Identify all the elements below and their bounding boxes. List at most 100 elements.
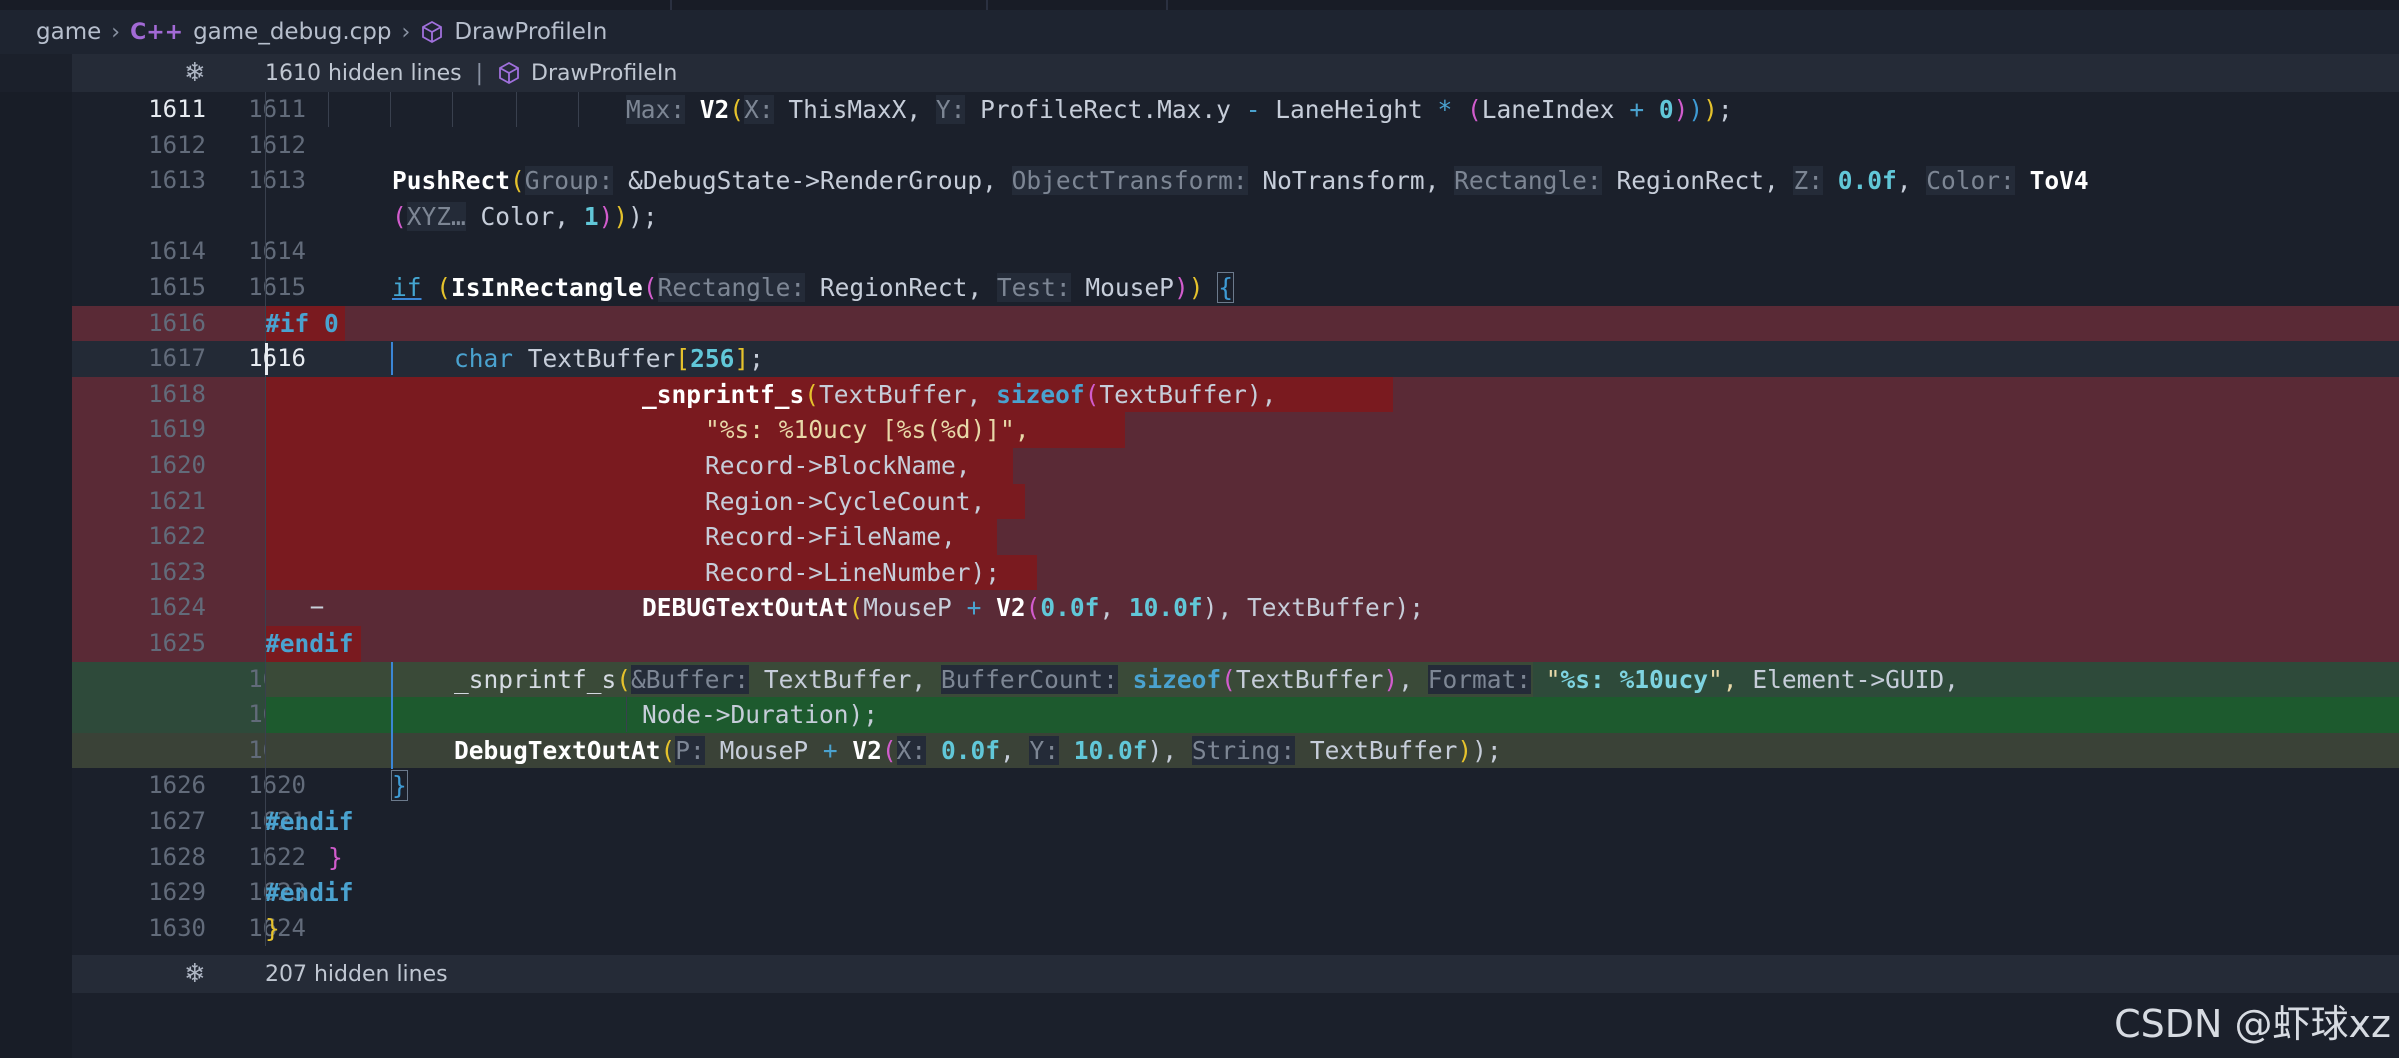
- indent-guide: [516, 92, 517, 127]
- code-token: _snprintf_s: [642, 379, 805, 409]
- code-line[interactable]: 1626 1620 }: [72, 768, 2399, 804]
- added-line[interactable]: 1618 + Node->Duration);: [72, 697, 2399, 733]
- code-token: %s: %10ucy: [1560, 664, 1709, 694]
- old-line-number: [72, 199, 206, 235]
- cpp-file-icon: C++: [130, 19, 184, 45]
- unfold-icon[interactable]: ❄: [184, 955, 206, 993]
- code-line[interactable]: 1614 1614: [72, 234, 2399, 270]
- active-indent-guide: [391, 662, 393, 769]
- code-line[interactable]: 1627 1621 #endif: [72, 804, 2399, 840]
- code-token: DEBUGTextOutAt: [642, 593, 849, 623]
- inlay-hint: String:: [1191, 735, 1296, 765]
- current-line[interactable]: 1617 1616 char TextBuffer[256];: [72, 341, 2399, 377]
- breadcrumb-file[interactable]: game_debug.cpp: [193, 19, 391, 45]
- cube-icon: [499, 61, 519, 85]
- code-line[interactable]: 1629 1623 #endif: [72, 875, 2399, 911]
- code-token: ThisMaxX,: [788, 95, 922, 124]
- code-token: Element->GUID,: [1752, 664, 1959, 694]
- code-token: 0.0f: [940, 735, 1000, 765]
- indent-guide: [452, 92, 453, 127]
- code-line[interactable]: 1615 1615 if (IsInRectangle(Rectangle: R…: [72, 270, 2399, 306]
- breadcrumb-symbol[interactable]: DrawProfileIn: [454, 19, 607, 45]
- new-line-number: 1620: [248, 771, 306, 800]
- old-line-number: [72, 697, 206, 733]
- hidden-lines-count[interactable]: 207 hidden lines: [265, 962, 448, 987]
- deleted-line[interactable]: 1616 − #if 0: [72, 305, 2399, 342]
- deleted-line[interactable]: 1618 − _snprintf_s(TextBuffer, sizeof(Te…: [72, 376, 2399, 413]
- tab[interactable]: [670, 0, 988, 10]
- code-token: TextBuffer,: [763, 664, 927, 694]
- code-token: NoTransform,: [1262, 166, 1440, 196]
- deleted-line[interactable]: 1625 − #endif: [72, 626, 2399, 662]
- old-line-number: 1630: [148, 913, 206, 942]
- code-line[interactable]: 1612 1612: [72, 128, 2399, 164]
- active-indent-guide: [391, 342, 393, 375]
- code-token: Region->CycleCount,: [705, 486, 986, 516]
- code-line[interactable]: 1611 1611 Max: V2(X: ThisMaxX, Y: Profil…: [72, 92, 2399, 128]
- old-line-number: 1612: [148, 130, 206, 159]
- code-token: 1: [583, 201, 599, 231]
- added-line[interactable]: 1619 + DebugTextOutAt(P: MouseP + V2(X: …: [72, 732, 2399, 769]
- diff-editor[interactable]: 1611 1611 Max: V2(X: ThisMaxX, Y: Profil…: [0, 92, 2399, 1058]
- code-token: +: [966, 593, 982, 623]
- hidden-lines-count[interactable]: 1610 hidden lines: [265, 61, 462, 86]
- old-line-number: 1629: [148, 878, 206, 907]
- code-token: IsInRectangle: [451, 273, 643, 302]
- code-token: ;: [749, 344, 764, 374]
- deleted-line[interactable]: 1620 − Record->BlockName,: [72, 448, 2399, 484]
- code-line-wrap[interactable]: (XYZ… Color, 1)));: [72, 199, 2399, 235]
- code-token: Record->FileName,: [705, 522, 956, 552]
- code-token: ,: [1398, 664, 1413, 694]
- code-token: ",: [1708, 664, 1738, 694]
- code-line[interactable]: 1630 1624 }: [72, 911, 2399, 947]
- inlay-hint: Max:: [626, 95, 686, 124]
- code-token: ;: [1717, 95, 1733, 124]
- deleted-line[interactable]: 1619 − "%s: %10ucy [%s(%d)]",: [72, 412, 2399, 448]
- chevron-right-icon: ›: [111, 19, 121, 45]
- code-line[interactable]: 1628 1622 }: [72, 840, 2399, 876]
- unfold-icon[interactable]: ❄: [184, 54, 206, 92]
- code-token: RegionRect,: [1616, 166, 1779, 196]
- code-token: TextBuffer: [1309, 735, 1458, 765]
- code-token: );: [1472, 735, 1502, 765]
- fold-context-symbol[interactable]: DrawProfileIn: [531, 61, 677, 86]
- code-token: #endif: [265, 878, 354, 908]
- inlay-hint: Color:: [1926, 166, 2015, 196]
- code-token: +: [1629, 95, 1645, 124]
- inlay-hint: Group:: [524, 166, 614, 196]
- inlay-hint: Y:: [935, 95, 966, 124]
- new-line-number: 1616: [248, 344, 306, 373]
- old-line-number: 1628: [148, 842, 206, 871]
- deleted-line[interactable]: 1621 − Region->CycleCount,: [72, 483, 2399, 520]
- code-token: ProfileRect.Max.y: [980, 95, 1231, 124]
- code-token: _snprintf_s: [454, 664, 617, 694]
- code-token: V2: [852, 735, 882, 765]
- inlay-hint: X:: [744, 95, 774, 124]
- new-line-number: 1612: [248, 130, 306, 159]
- breadcrumb-folder[interactable]: game: [36, 19, 101, 45]
- deleted-line[interactable]: 1622 − Record->FileName,: [72, 519, 2399, 555]
- old-line-number: 1626: [148, 771, 206, 800]
- code-token: TextBuffer: [1235, 664, 1384, 694]
- text-cursor: [265, 343, 268, 375]
- hidden-lines-bar[interactable]: ❄ 1610 hidden lines | DrawProfileIn: [72, 54, 2399, 92]
- deleted-line[interactable]: 1623 − Record->LineNumber);: [72, 554, 2399, 591]
- new-line-number: [206, 590, 306, 626]
- inlay-hint: XYZ…: [406, 201, 466, 231]
- inlay-hint: P:: [675, 735, 705, 765]
- deleted-line[interactable]: 1624 − DEBUGTextOutAt(MouseP + V2(0.0f, …: [72, 590, 2399, 626]
- old-line-number: 1622: [148, 522, 206, 551]
- tab[interactable]: [986, 0, 1168, 10]
- code-token: ToV4: [2029, 166, 2089, 196]
- tab[interactable]: [0, 0, 672, 10]
- code-token: ), TextBuffer);: [1202, 593, 1424, 623]
- code-line[interactable]: 1613 1613 PushRect(Group: &DebugState->R…: [72, 163, 2399, 199]
- code-token: DebugTextOutAt: [454, 735, 661, 765]
- indent-guide: [578, 92, 579, 127]
- old-line-number: 1620: [148, 451, 206, 479]
- old-line-number: [72, 733, 206, 769]
- hidden-lines-bar[interactable]: ❄ 207 hidden lines: [72, 955, 2399, 993]
- old-line-number: 1623: [148, 557, 206, 586]
- added-line[interactable]: 1617 + _snprintf_s(&Buffer: TextBuffer, …: [72, 661, 2399, 698]
- new-line-number: 1624: [248, 913, 306, 942]
